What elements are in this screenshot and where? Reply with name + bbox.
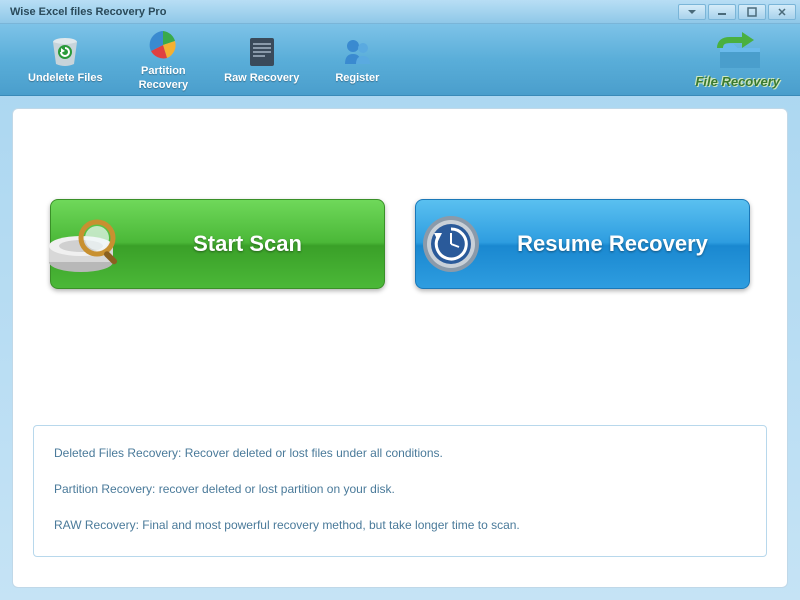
pie-chart-icon: [145, 27, 181, 63]
raw-recovery-button[interactable]: Raw Recovery: [206, 30, 317, 89]
close-button[interactable]: [768, 4, 796, 20]
action-buttons-row: Start Scan Resume Recovery: [33, 199, 767, 289]
scan-drive-icon: [41, 199, 131, 289]
document-icon: [244, 34, 280, 70]
minimize-button[interactable]: [708, 4, 736, 20]
file-recovery-label: File Recovery: [695, 74, 780, 89]
info-line-deleted: Deleted Files Recovery: Recover deleted …: [54, 444, 746, 462]
partition-recovery-button[interactable]: Partition Recovery: [121, 23, 207, 95]
toolbar-label: Undelete Files: [28, 72, 103, 85]
person-icon: [339, 34, 375, 70]
toolbar-label: Register: [335, 72, 379, 85]
info-box: Deleted Files Recovery: Recover deleted …: [33, 425, 767, 557]
undelete-files-button[interactable]: Undelete Files: [10, 30, 121, 89]
settings-button[interactable]: [678, 4, 706, 20]
info-line-partition: Partition Recovery: recover deleted or l…: [54, 480, 746, 498]
clock-restore-icon: [406, 199, 496, 289]
toolbar-label: Partition Recovery: [139, 65, 189, 91]
resume-recovery-button[interactable]: Resume Recovery: [415, 199, 750, 289]
toolbar-label: Raw Recovery: [224, 72, 299, 85]
toolbar: Undelete Files Partition Recovery Raw Re…: [0, 24, 800, 96]
start-scan-button[interactable]: Start Scan: [50, 199, 385, 289]
folder-arrow-icon: [710, 30, 766, 74]
content-area: Start Scan Resume Recovery: [0, 96, 800, 600]
resume-recovery-label: Resume Recovery: [496, 231, 749, 257]
window-controls: [678, 4, 796, 20]
maximize-button[interactable]: [738, 4, 766, 20]
info-line-raw: RAW Recovery: Final and most powerful re…: [54, 516, 746, 534]
start-scan-label: Start Scan: [131, 231, 384, 257]
titlebar: Wise Excel files Recovery Pro: [0, 0, 800, 24]
window-title: Wise Excel files Recovery Pro: [4, 6, 678, 18]
register-button[interactable]: Register: [317, 30, 397, 89]
recycle-bin-icon: [47, 34, 83, 70]
file-recovery-badge: File Recovery: [695, 30, 790, 89]
content-panel: Start Scan Resume Recovery: [12, 108, 788, 588]
